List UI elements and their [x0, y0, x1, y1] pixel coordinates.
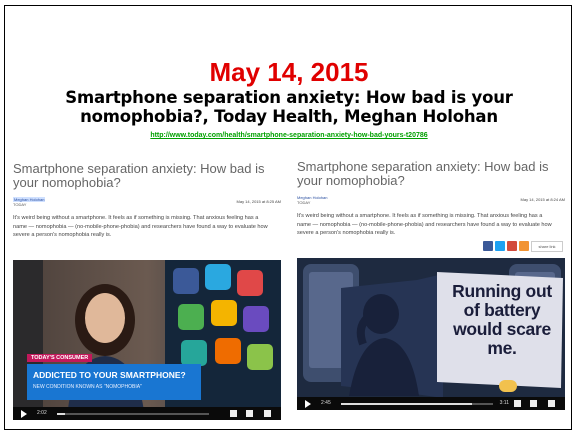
volume-icon[interactable] [514, 400, 521, 407]
video-progress-fill [57, 413, 65, 415]
article-title: Smartphone separation anxiety: How bad i… [297, 159, 549, 188]
video-progress-bar[interactable] [341, 403, 493, 405]
source-link[interactable]: http://www.today.com/health/smartphone-s… [5, 131, 571, 140]
captions-icon[interactable] [246, 410, 253, 417]
article-outlet: TODAY [13, 202, 27, 207]
article-body: It's weird being without a smartphone. I… [297, 213, 552, 236]
article-date: May 14, 2015 at 8:25 AM [236, 199, 281, 204]
left-article-screenshot: Smartphone separation anxiety: How bad i… [9, 156, 285, 424]
video-current-time: 2:02 [37, 410, 47, 416]
video-progress-fill [341, 403, 472, 405]
video-controls: 2:02 [13, 407, 281, 420]
email-icon[interactable] [507, 241, 517, 251]
fullscreen-icon[interactable] [548, 400, 555, 407]
volume-icon[interactable] [230, 410, 237, 417]
video-progress-bar[interactable] [57, 413, 209, 415]
article-body: It's weird being without a smartphone. I… [13, 215, 268, 238]
facebook-icon[interactable] [483, 241, 493, 251]
article-title: Smartphone separation anxiety: How bad i… [13, 161, 265, 190]
video-current-time: 2:45 [321, 400, 331, 406]
slide-headline: Smartphone separation anxiety: How bad i… [65, 88, 513, 126]
play-icon[interactable] [21, 410, 27, 418]
video-controls: 2:45 3:11 [297, 397, 565, 410]
today-logo-icon [499, 380, 517, 392]
chyron-subtitle: NEW CONDITION KNOWN AS "NOMOPHOBIA" [33, 384, 142, 390]
chyron-title: ADDICTED TO YOUR SMARTPHONE? [33, 370, 186, 380]
slide: May 14, 2015 Smartphone separation anxie… [4, 5, 572, 430]
rss-icon[interactable] [519, 241, 529, 251]
captions-icon[interactable] [530, 400, 537, 407]
article-outlet: TODAY [297, 200, 311, 205]
slide-date: May 14, 2015 [209, 57, 369, 87]
share-buttons: share link [483, 240, 563, 252]
chyron-tag: TODAY'S CONSUMER [27, 354, 93, 362]
article-date: May 14, 2015 at 8:24 AM [520, 197, 565, 202]
video-overlay-quote: Running out of battery would scare me. [452, 281, 552, 358]
share-link-button[interactable]: share link [531, 240, 563, 252]
video-player[interactable]: TODAY'S CONSUMER ADDICTED TO YOUR SMARTP… [13, 260, 281, 420]
video-player[interactable]: Running out of battery would scare me. 2… [297, 258, 565, 410]
fullscreen-icon[interactable] [264, 410, 271, 417]
video-duration: 3:11 [499, 400, 509, 406]
right-article-screenshot: Smartphone separation anxiety: How bad i… [293, 154, 569, 416]
twitter-icon[interactable] [495, 241, 505, 251]
play-icon[interactable] [305, 400, 311, 408]
